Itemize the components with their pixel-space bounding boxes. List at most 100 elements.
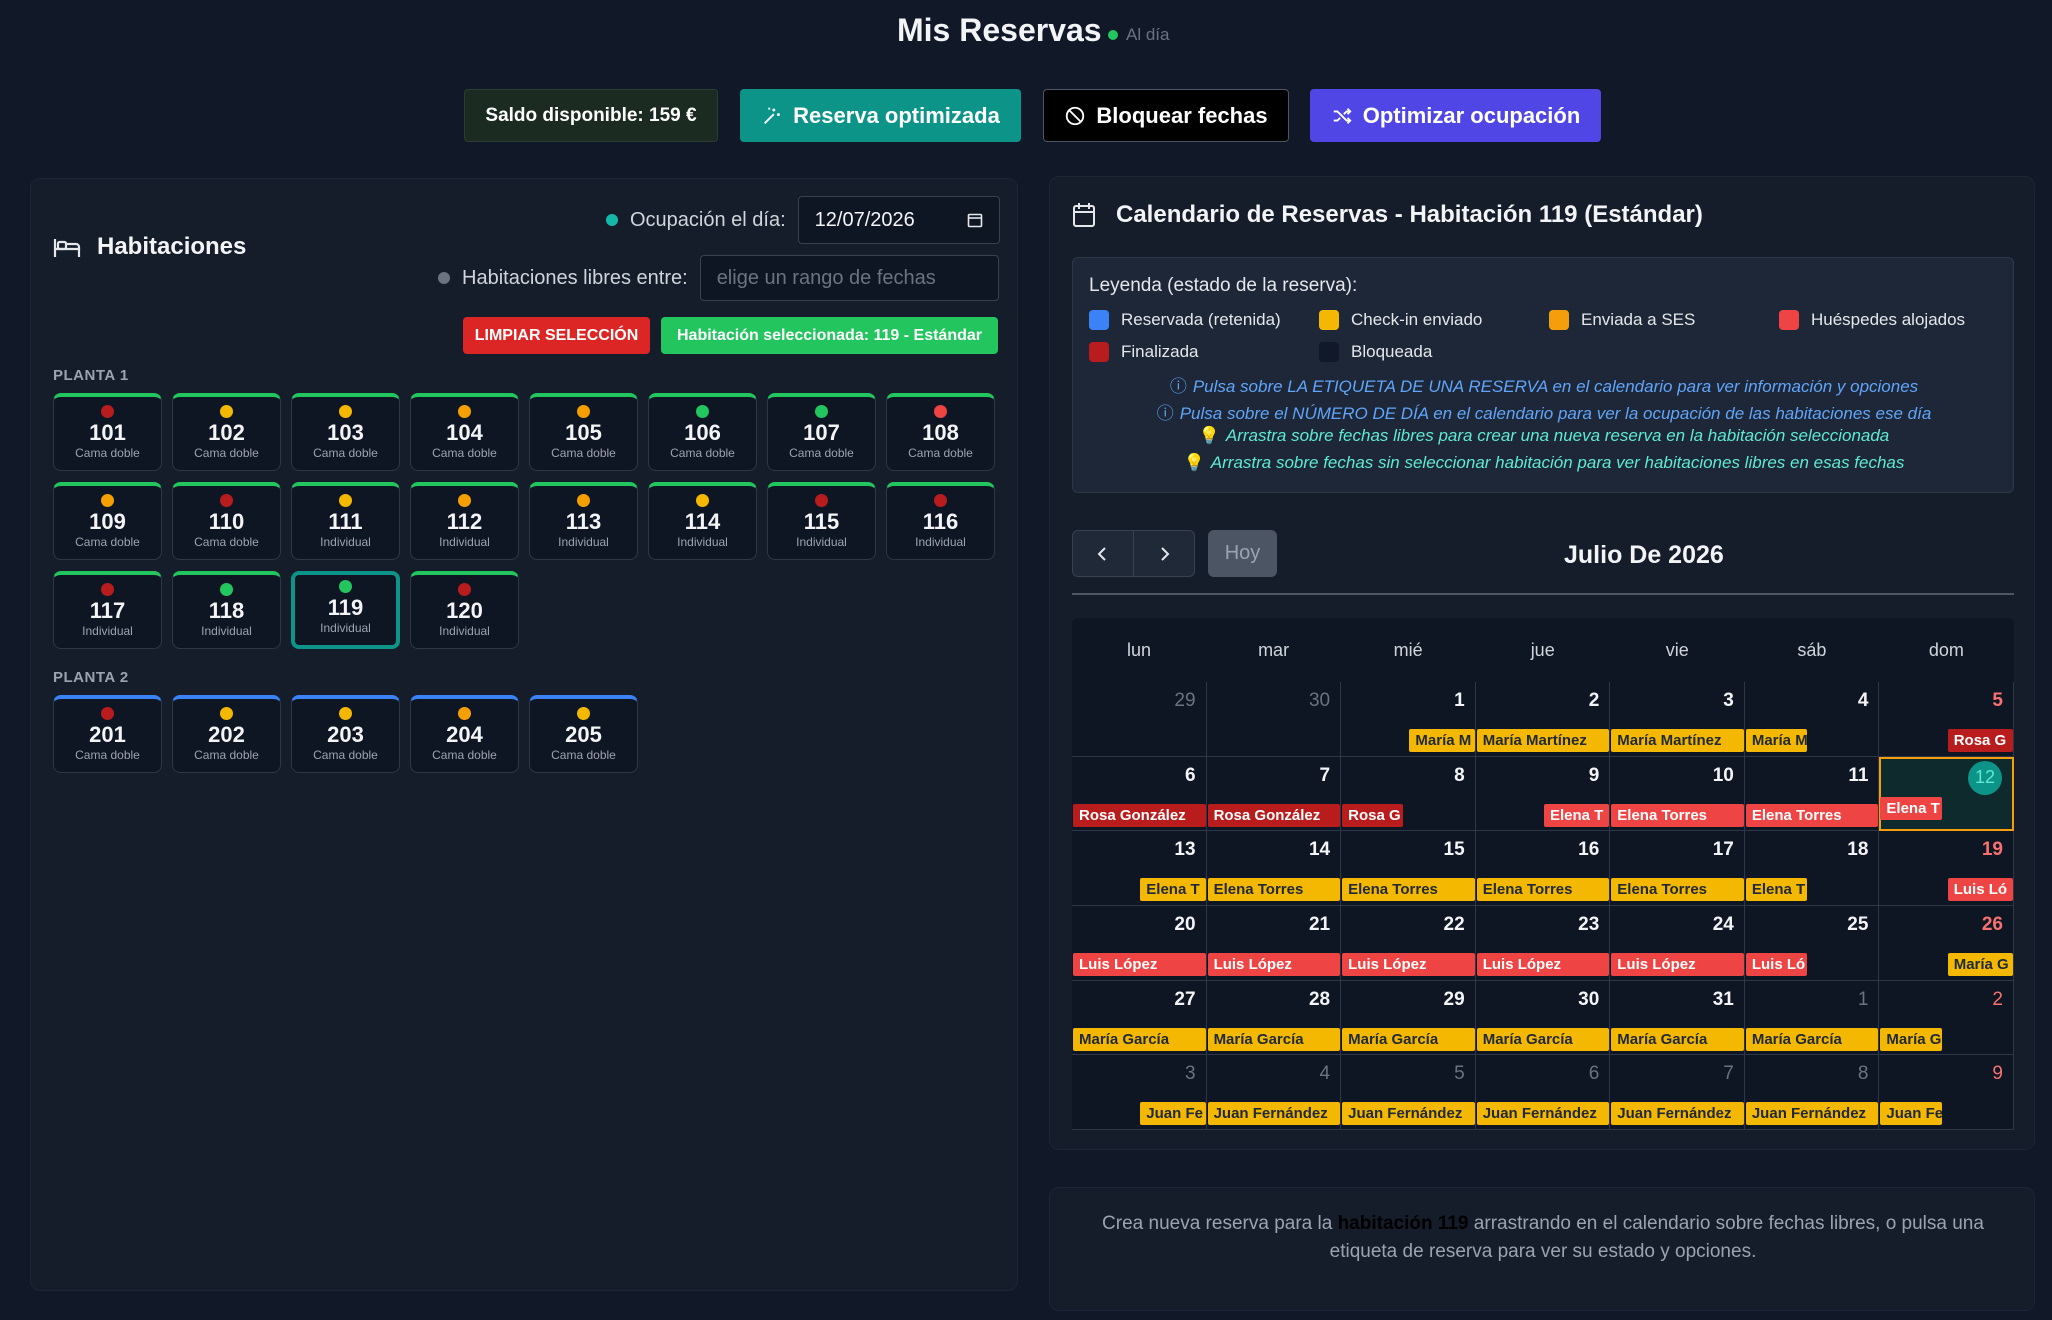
reservation-label[interactable]: María G [1947, 953, 2013, 976]
day-number[interactable]: 11 [1848, 765, 1868, 787]
day-number[interactable]: 8 [1454, 765, 1465, 787]
reservation-label[interactable]: María G [1880, 1027, 1942, 1051]
day-number[interactable]: 2 [1589, 690, 1600, 712]
reservation-label[interactable]: María M [1745, 729, 1808, 752]
day-number[interactable]: 4 [1858, 690, 1869, 712]
reservation-label[interactable]: María Martínez [1476, 729, 1610, 752]
room-card-108[interactable]: 108 Cama doble [886, 393, 995, 471]
room-card-103[interactable]: 103 Cama doble [291, 393, 400, 471]
day-number[interactable]: 18 [1847, 839, 1868, 861]
day-number[interactable]: 15 [1444, 839, 1465, 861]
reservation-label[interactable]: Juan Fernández [1342, 1102, 1475, 1126]
calendar-day-cell[interactable]: 12 [1879, 756, 2014, 832]
day-number[interactable]: 14 [1309, 839, 1330, 861]
room-card-115[interactable]: 115 Individual [767, 482, 876, 560]
clear-selection-button[interactable]: LIMPIAR SELECCIÓN [463, 317, 650, 354]
day-number[interactable]: 24 [1713, 914, 1734, 936]
room-card-114[interactable]: 114 Individual [648, 482, 757, 560]
room-card-109[interactable]: 109 Cama doble [53, 482, 162, 560]
room-card-111[interactable]: 111 Individual [291, 482, 400, 560]
day-number[interactable]: 28 [1309, 989, 1330, 1011]
day-number[interactable]: 30 [1309, 690, 1330, 712]
reservation-label[interactable]: Juan Fe [1880, 1102, 1942, 1126]
reservation-label[interactable]: Juan Fe [1140, 1102, 1206, 1126]
reservation-label[interactable]: María García [1745, 1027, 1879, 1051]
reservation-label[interactable]: Elena Torres [1476, 878, 1610, 902]
reservation-label[interactable]: Elena T [1880, 796, 1942, 820]
reservation-label[interactable]: Luis López [1476, 953, 1610, 976]
day-number[interactable]: 30 [1578, 989, 1599, 1011]
day-number[interactable]: 26 [1982, 914, 2003, 936]
room-card-203[interactable]: 203 Cama doble [291, 695, 400, 773]
room-card-118[interactable]: 118 Individual [172, 571, 281, 649]
day-number[interactable]: 27 [1174, 989, 1195, 1011]
day-number[interactable]: 1 [1858, 989, 1869, 1011]
day-number[interactable]: 17 [1713, 839, 1734, 861]
optimized-booking-button[interactable]: Reserva optimizada [740, 89, 1021, 142]
reservation-label[interactable]: Luis López [1611, 953, 1744, 976]
room-card-117[interactable]: 117 Individual [53, 571, 162, 649]
day-number[interactable]: 13 [1174, 839, 1195, 861]
day-number[interactable]: 7 [1723, 1063, 1734, 1085]
reservation-label[interactable]: Rosa G [1342, 803, 1404, 827]
day-number[interactable]: 16 [1578, 839, 1599, 861]
day-number[interactable]: 10 [1713, 765, 1734, 787]
reservation-label[interactable]: Elena Torres [1207, 878, 1341, 902]
day-number[interactable]: 8 [1858, 1063, 1869, 1085]
reservation-label[interactable]: María García [1611, 1027, 1744, 1051]
reservation-label[interactable]: Elena Torres [1611, 803, 1744, 827]
room-card-102[interactable]: 102 Cama doble [172, 393, 281, 471]
day-number[interactable]: 9 [1992, 1063, 2003, 1085]
calendar-picker-icon[interactable] [967, 212, 983, 228]
day-number[interactable]: 22 [1444, 914, 1465, 936]
day-number[interactable]: 21 [1309, 914, 1330, 936]
reservation-label[interactable]: María García [1207, 1027, 1341, 1051]
reservation-label[interactable]: María Martínez [1611, 729, 1744, 752]
reservation-label[interactable]: Rosa González [1073, 803, 1206, 827]
day-number[interactable]: 19 [1982, 839, 2003, 861]
day-number[interactable]: 3 [1185, 1063, 1196, 1085]
prev-month-button[interactable] [1073, 531, 1134, 576]
room-card-104[interactable]: 104 Cama doble [410, 393, 519, 471]
reservation-label[interactable]: Juan Fernández [1611, 1102, 1744, 1126]
reservation-label[interactable]: Elena Torres [1611, 878, 1744, 902]
calendar-day-cell[interactable]: 30 [1206, 682, 1342, 757]
day-number[interactable]: 6 [1185, 765, 1196, 787]
room-card-107[interactable]: 107 Cama doble [767, 393, 876, 471]
room-card-106[interactable]: 106 Cama doble [648, 393, 757, 471]
reservation-label[interactable]: Rosa González [1207, 803, 1341, 827]
reservation-label[interactable]: María García [1073, 1027, 1206, 1051]
room-card-110[interactable]: 110 Cama doble [172, 482, 281, 560]
reservation-label[interactable]: Elena Torres [1342, 878, 1475, 902]
day-number[interactable]: 25 [1847, 914, 1868, 936]
reservation-label[interactable]: Elena T [1543, 803, 1610, 827]
block-dates-button[interactable]: Bloquear fechas [1043, 89, 1289, 142]
reservation-label[interactable]: Rosa G [1947, 729, 2013, 752]
room-card-112[interactable]: 112 Individual [410, 482, 519, 560]
reservation-label[interactable]: Luis López [1207, 953, 1341, 976]
day-number[interactable]: 20 [1174, 914, 1195, 936]
reservation-label[interactable]: Elena T [1745, 878, 1808, 902]
reservation-label[interactable]: Luis López [1342, 953, 1475, 976]
next-month-button[interactable] [1134, 531, 1195, 576]
day-number[interactable]: 3 [1723, 690, 1734, 712]
room-card-204[interactable]: 204 Cama doble [410, 695, 519, 773]
today-button[interactable]: Hoy [1208, 530, 1277, 577]
reservation-label[interactable]: Juan Fernández [1476, 1102, 1610, 1126]
reservation-label[interactable]: Elena Torres [1745, 803, 1879, 827]
optimize-occupancy-button[interactable]: Optimizar ocupación [1310, 89, 1601, 142]
day-number[interactable]: 7 [1320, 765, 1331, 787]
reservation-label[interactable]: Juan Fernández [1745, 1102, 1879, 1126]
day-number[interactable]: 1 [1454, 690, 1465, 712]
room-card-113[interactable]: 113 Individual [529, 482, 638, 560]
calendar-day-cell[interactable]: 29 [1072, 682, 1207, 757]
today-day-number[interactable]: 12 [1967, 760, 2002, 795]
day-number[interactable]: 4 [1320, 1063, 1331, 1085]
room-card-116[interactable]: 116 Individual [886, 482, 995, 560]
day-number[interactable]: 23 [1578, 914, 1599, 936]
day-number[interactable]: 31 [1713, 989, 1734, 1011]
room-card-120[interactable]: 120 Individual [410, 571, 519, 649]
day-number[interactable]: 29 [1444, 989, 1465, 1011]
day-number[interactable]: 9 [1589, 765, 1600, 787]
reservation-label[interactable]: Juan Fernández [1207, 1102, 1341, 1126]
